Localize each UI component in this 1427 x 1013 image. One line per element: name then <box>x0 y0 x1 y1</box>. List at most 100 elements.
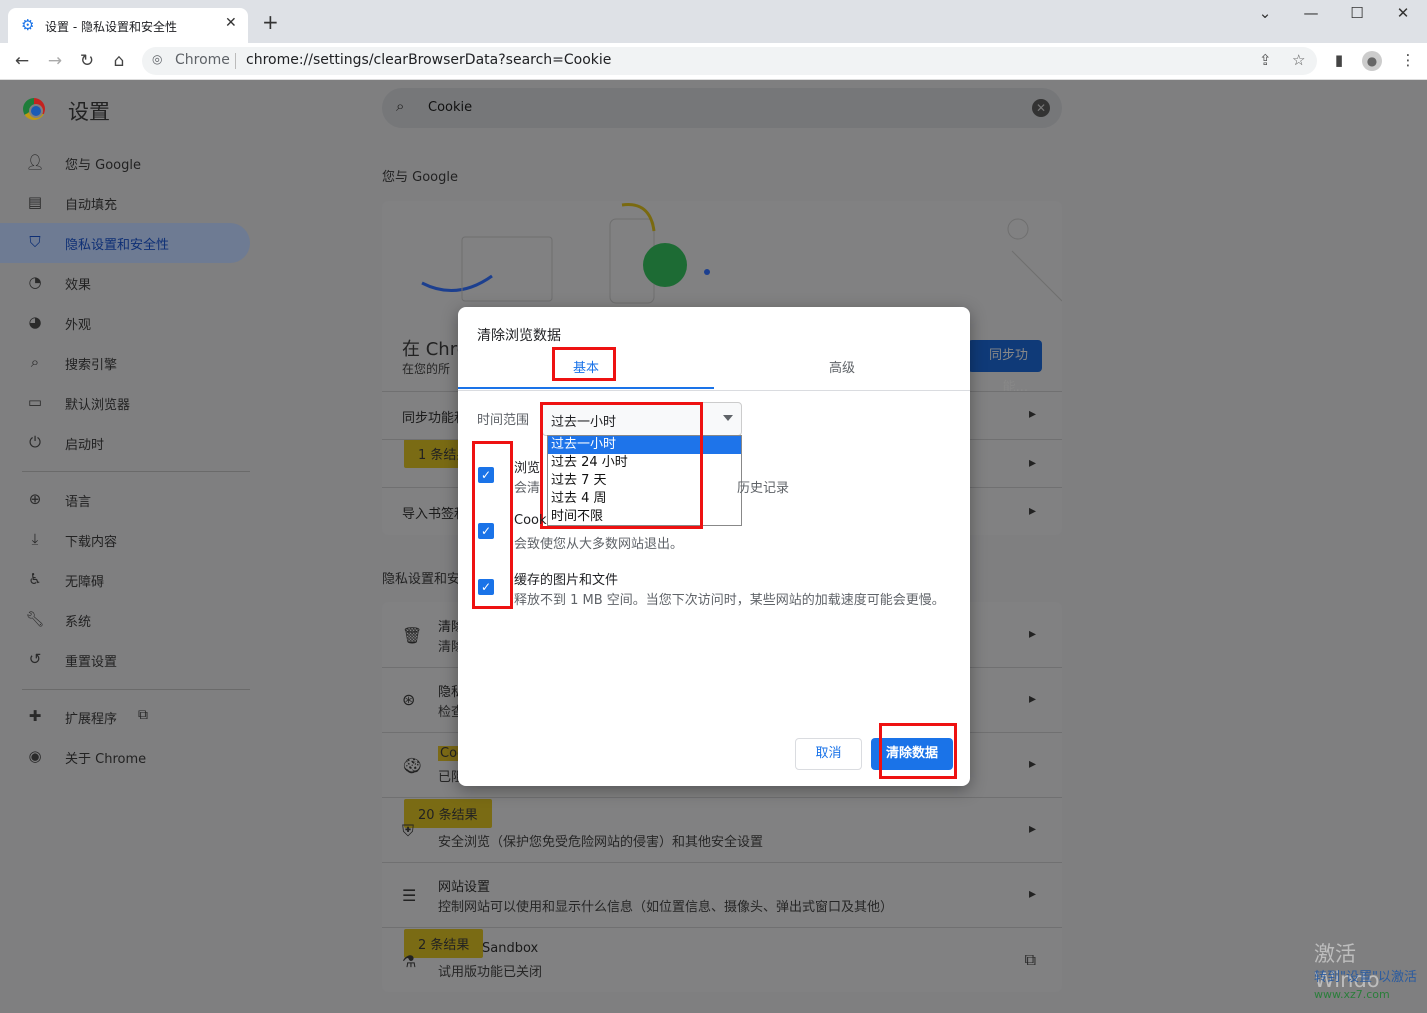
time-range-value: 过去一小时 <box>551 415 617 430</box>
sidebar-item-accessibility[interactable]: ♿︎ 无障碍 <box>0 560 250 600</box>
site-chip-label: Chrome <box>175 52 230 68</box>
sidebar-item-autofill[interactable]: ▤ 自动填充 <box>0 183 250 223</box>
section-heading-you: 您与 Google <box>382 170 458 185</box>
chrome-icon: ◉ <box>28 747 42 765</box>
url-text[interactable]: chrome://settings/clearBrowserData?searc… <box>246 52 611 68</box>
sidebar-item-default-browser[interactable]: ▭ 默认浏览器 <box>0 383 250 423</box>
tab-search-chevron-icon[interactable]: ⌄ <box>1250 4 1280 26</box>
settings-gear-icon: ⚙ <box>21 16 35 34</box>
sidebar-item-system[interactable]: 🔧︎ 系统 <box>0 600 250 640</box>
home-button[interactable]: ⌂ <box>107 50 131 72</box>
cache-sub: 释放不到 1 MB 空间。当您下次访问时，某些网站的加载速度可能会更慢。 <box>514 593 945 608</box>
clear-search-icon[interactable]: ✕ <box>1032 99 1050 117</box>
browser-icon: ▭ <box>27 393 43 411</box>
cancel-button[interactable]: 取消 <box>795 738 862 770</box>
time-range-label: 时间范围 <box>477 413 530 428</box>
time-range-option[interactable]: 过去 4 周 <box>548 490 741 508</box>
side-panel-icon[interactable]: ▮ <box>1328 51 1350 69</box>
sidebar-item-search-engine[interactable]: ⌕ 搜索引擎 <box>0 343 250 383</box>
chevron-right-icon: ▸ <box>1028 756 1036 772</box>
row-divider <box>382 862 1062 863</box>
clear-data-button[interactable]: 清除数据 <box>871 738 953 770</box>
sidebar-item-privacy[interactable]: ⛉ 隐私设置和安全性 <box>0 223 250 263</box>
section-heading-privacy: 隐私设置和安 <box>382 572 461 587</box>
sidebar-item-on-startup[interactable]: ⏻ 启动时 <box>0 423 250 463</box>
tab-title: 设置 - 隐私设置和安全性 <box>45 20 177 34</box>
address-bar[interactable]: ◎ Chrome chrome://settings/clearBrowserD… <box>142 47 1317 75</box>
minimize-button[interactable]: — <box>1296 4 1326 26</box>
history-sub-tail: 历史记录 <box>737 481 790 496</box>
palette-icon: ◕ <box>28 313 42 331</box>
site-watermark-url: www.xz7.com <box>1314 988 1390 1001</box>
forward-button[interactable]: → <box>43 50 67 72</box>
reset-icon: ↺ <box>28 650 42 668</box>
cache-checkbox[interactable]: ✓ <box>478 579 494 595</box>
row-divider <box>382 927 1062 928</box>
sidebar-item-you-and-google[interactable]: 👤︎ 您与 Google <box>0 143 250 183</box>
security-shield-icon: ⛨ <box>402 821 415 840</box>
cookies-checkbox[interactable]: ✓ <box>478 523 494 539</box>
browser-toolbar: ← → ↻ ⌂ ◎ Chrome chrome://settings/clear… <box>0 43 1427 80</box>
settings-search[interactable]: ⌕ Cookie ✕ <box>382 88 1062 128</box>
title-bar: ⚙ 设置 - 隐私设置和安全性 ✕ + ⌄ — ☐ ✕ <box>0 0 1427 43</box>
row-sandbox-title[interactable]: Sandbox <box>482 941 538 956</box>
sidebar-item-downloads[interactable]: ⤓ 下载内容 <box>0 520 250 560</box>
dropdown-caret-icon <box>723 415 733 421</box>
gauge-icon: ◔ <box>28 273 42 291</box>
sidebar-item-appearance[interactable]: ◕ 外观 <box>0 303 250 343</box>
time-range-select[interactable]: 过去一小时 <box>542 402 742 436</box>
reload-button[interactable]: ↻ <box>75 50 99 72</box>
chevron-right-icon: ▸ <box>1028 626 1036 642</box>
time-range-option[interactable]: 过去 7 天 <box>548 472 741 490</box>
sidebar-item-about[interactable]: ◉ 关于 Chrome <box>0 737 250 777</box>
tab-advanced[interactable]: 高级 <box>714 354 970 390</box>
power-icon: ⏻ <box>29 433 41 451</box>
row-security-sub[interactable]: 安全浏览（保护您免受危险网站的侵害）和其他安全设置 <box>438 831 763 850</box>
browser-tab[interactable]: ⚙ 设置 - 隐私设置和安全性 ✕ <box>8 8 248 43</box>
result-badge: 20 条结果 <box>404 799 492 828</box>
search-input[interactable]: Cookie <box>428 100 472 115</box>
privacy-guide-icon: ⊛ <box>402 690 416 709</box>
tab-basic[interactable]: 基本 <box>458 354 714 390</box>
maximize-button[interactable]: ☐ <box>1342 4 1372 26</box>
close-window-button[interactable]: ✕ <box>1388 4 1418 26</box>
sidebar-item-reset[interactable]: ↺ 重置设置 <box>0 640 250 680</box>
cookies-sub: 会致使您从大多数网站退出。 <box>514 537 684 552</box>
clear-browsing-data-dialog: 清除浏览数据 基本 高级 时间范围 过去一小时 过去一小时 过去 24 小时 过… <box>458 307 970 786</box>
sidebar-divider <box>22 471 250 472</box>
row-sandbox-sub: 试用版功能已关闭 <box>438 965 543 980</box>
chevron-right-icon: ▸ <box>1028 406 1036 422</box>
dialog-title: 清除浏览数据 <box>477 328 561 344</box>
sync-subtitle: 在您的所 <box>402 362 451 376</box>
sidebar-item-performance[interactable]: ◔ 效果 <box>0 263 250 303</box>
download-icon: ⤓ <box>31 530 39 548</box>
omnibox-separator <box>235 53 236 69</box>
row-divider <box>382 797 1062 798</box>
profile-avatar-icon[interactable]: ● <box>1362 51 1382 71</box>
back-button[interactable]: ← <box>10 50 34 72</box>
history-checkbox[interactable]: ✓ <box>478 467 494 483</box>
sidebar-item-extensions[interactable]: ✚ 扩展程序 ⧉ <box>0 697 250 737</box>
turn-on-sync-button[interactable]: 同步功能... <box>968 340 1042 395</box>
wrench-icon: 🔧︎ <box>25 610 45 628</box>
time-range-option[interactable]: 时间不限 <box>548 508 741 526</box>
new-tab-button[interactable]: + <box>262 12 279 32</box>
puzzle-icon: ✚ <box>28 707 42 725</box>
bookmark-star-icon[interactable]: ☆ <box>1292 51 1305 69</box>
tab-close-icon[interactable]: ✕ <box>225 15 237 31</box>
sync-illustration <box>421 203 1062 304</box>
flask-icon: ⚗ <box>402 952 417 971</box>
time-range-option[interactable]: 过去 24 小时 <box>548 454 741 472</box>
row-site-settings-title[interactable]: 网站设置 <box>438 876 490 895</box>
trash-icon: 🗑︎ <box>402 626 423 645</box>
person-icon: 👤︎ <box>25 153 45 171</box>
search-icon: ⌕ <box>30 353 40 371</box>
site-watermark: 转到"设置"以激活 <box>1314 970 1417 985</box>
time-range-option[interactable]: 过去一小时 <box>548 436 741 454</box>
share-icon[interactable]: ⇪ <box>1259 51 1272 69</box>
accessibility-icon: ♿︎ <box>28 570 42 588</box>
sidebar-item-languages[interactable]: ⊕ 语言 <box>0 480 250 520</box>
cache-title: 缓存的图片和文件 <box>514 573 619 588</box>
external-link-icon[interactable]: ⧉ <box>1025 950 1036 970</box>
menu-kebab-icon[interactable]: ⋮ <box>1397 51 1419 69</box>
